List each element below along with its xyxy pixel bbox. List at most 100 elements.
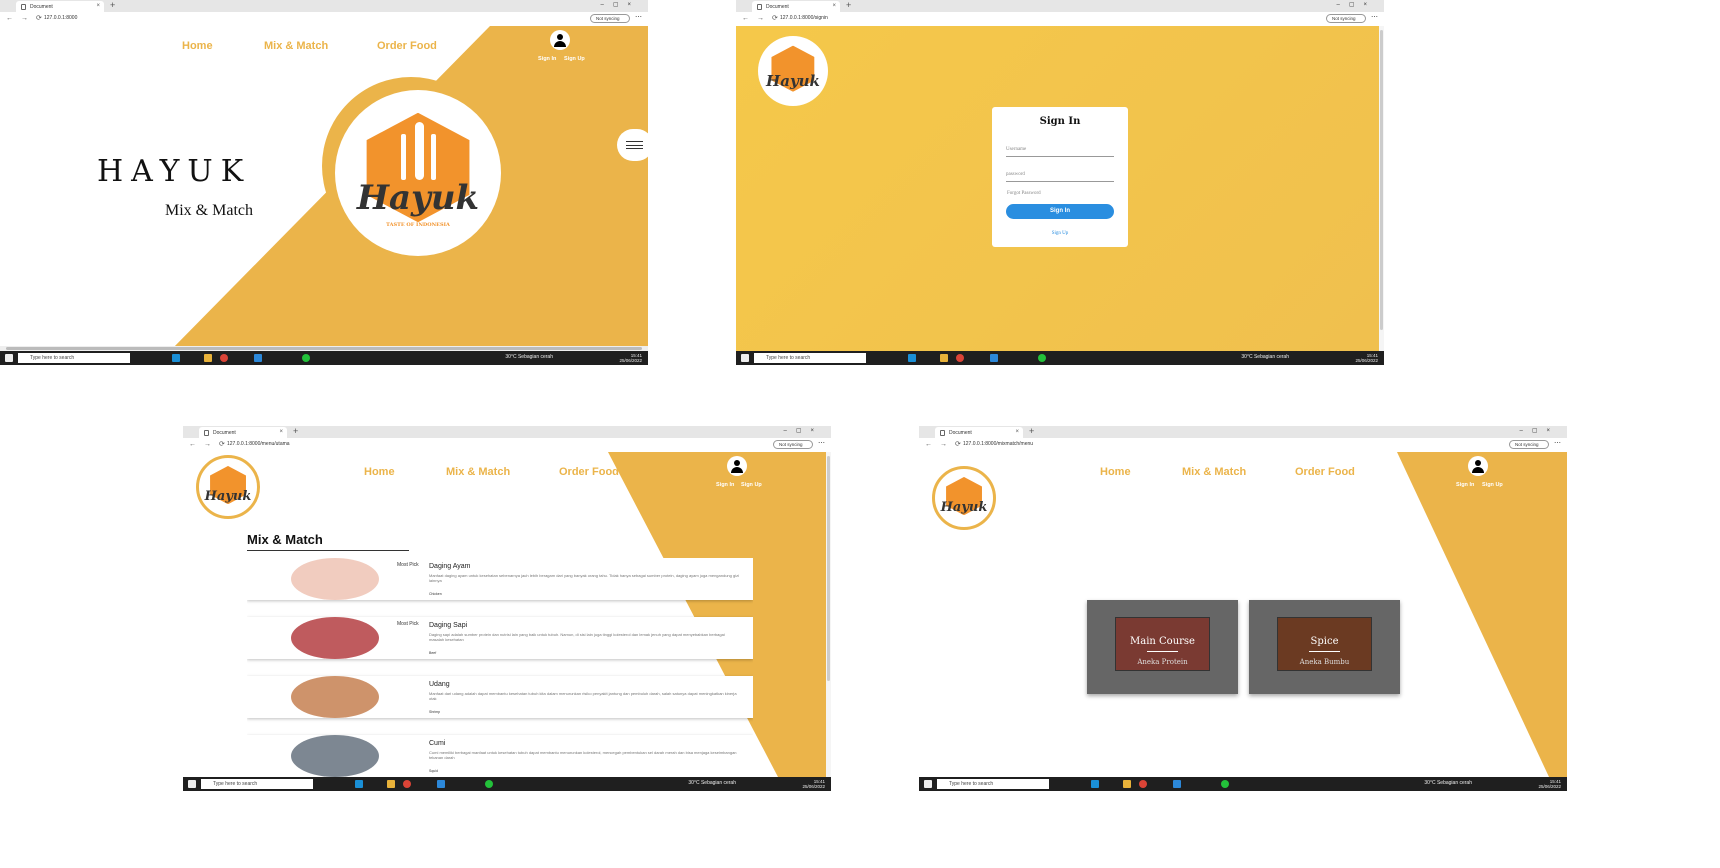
menu-item-description: Cumi memiliki berbagai manfaat untuk kes… xyxy=(429,750,737,760)
nav-mix-match[interactable]: Mix & Match xyxy=(1182,466,1246,478)
edge-icon[interactable] xyxy=(172,354,180,362)
nav-home[interactable]: Home xyxy=(182,40,213,52)
signin-button[interactable]: Sign In xyxy=(1006,204,1114,219)
folder-icon[interactable] xyxy=(387,780,395,788)
chrome-icon[interactable] xyxy=(403,780,411,788)
clock[interactable]: 15:41 25/06/2022 xyxy=(1355,353,1378,363)
address-bar[interactable]: 127.0.0.1:8000 xyxy=(44,15,77,21)
folder-icon[interactable] xyxy=(204,354,212,362)
close-tab-icon[interactable]: × xyxy=(96,3,100,9)
more-icon[interactable]: ⋯ xyxy=(818,439,825,447)
new-tab-icon[interactable]: + xyxy=(1029,426,1034,436)
line-icon[interactable] xyxy=(1038,354,1046,362)
signup-link[interactable]: Sign Up xyxy=(992,231,1128,236)
nav-home[interactable]: Home xyxy=(1100,466,1131,478)
clock[interactable]: 15:41 25/06/2022 xyxy=(1538,779,1561,789)
hayuk-logo: Hayuk xyxy=(196,455,260,519)
weather-status[interactable]: 30°C Sebagian cerah xyxy=(1424,780,1472,786)
vscode-icon[interactable] xyxy=(437,780,445,788)
vscode-icon[interactable] xyxy=(254,354,262,362)
taskbar-search[interactable]: Type here to search xyxy=(937,779,1049,789)
more-icon[interactable]: ⋯ xyxy=(635,13,642,21)
sync-badge[interactable]: Not syncing xyxy=(773,440,813,449)
nav-mix-match[interactable]: Mix & Match xyxy=(264,40,328,52)
browser-tab[interactable]: Document × xyxy=(752,1,840,12)
sync-badge[interactable]: Not syncing xyxy=(1509,440,1549,449)
taskbar-search[interactable]: Type here to search xyxy=(754,353,866,363)
hayuk-logo: Hayuk TASTE OF INDONESIA xyxy=(335,90,501,256)
edge-icon[interactable] xyxy=(1091,780,1099,788)
vscode-icon[interactable] xyxy=(990,354,998,362)
chrome-icon[interactable] xyxy=(956,354,964,362)
browser-tab[interactable]: Document × xyxy=(16,1,104,12)
sync-badge[interactable]: Not syncing xyxy=(1326,14,1366,23)
window-controls[interactable]: –▢× xyxy=(783,427,823,434)
sign-in-link[interactable]: Sign In xyxy=(538,56,556,62)
clock[interactable]: 15:41 25/06/2022 xyxy=(802,779,825,789)
menu-item-card[interactable]: Most Pick Daging Ayam Manfaat daging ayam … xyxy=(247,558,753,600)
windows-start-icon[interactable] xyxy=(924,780,932,788)
windows-start-icon[interactable] xyxy=(741,354,749,362)
windows-start-icon[interactable] xyxy=(5,354,13,362)
sign-up-link[interactable]: Sign Up xyxy=(564,56,585,62)
menu-item-card[interactable]: Cumi Cumi memiliki berbagai manfaat untuk… xyxy=(247,735,753,777)
browser-tab[interactable]: Document × xyxy=(935,427,1023,438)
address-bar[interactable]: 127.0.0.1:8000/menu/utama xyxy=(227,441,290,447)
line-icon[interactable] xyxy=(302,354,310,362)
sign-up-link[interactable]: Sign Up xyxy=(1482,482,1503,488)
window-controls[interactable]: –▢× xyxy=(600,1,640,8)
close-tab-icon[interactable]: × xyxy=(1015,429,1019,435)
nav-order-food[interactable]: Order Food xyxy=(559,466,619,478)
window-controls[interactable]: –▢× xyxy=(1336,1,1376,8)
user-avatar-icon[interactable] xyxy=(550,30,570,50)
new-tab-icon[interactable]: + xyxy=(293,426,298,436)
category-card[interactable]: Main Course Aneka Protein xyxy=(1087,600,1238,694)
address-bar[interactable]: 127.0.0.1:8000/signin xyxy=(780,15,828,21)
nav-home[interactable]: Home xyxy=(364,466,395,478)
close-tab-icon[interactable]: × xyxy=(832,3,836,9)
forgot-password-link[interactable]: Forgot Password xyxy=(1007,191,1041,196)
sync-badge[interactable]: Not syncing xyxy=(590,14,630,23)
taskbar-search[interactable]: Type here to search xyxy=(201,779,313,789)
chrome-icon[interactable] xyxy=(220,354,228,362)
category-card[interactable]: Spice Aneka Bumbu xyxy=(1249,600,1400,694)
user-avatar-icon[interactable] xyxy=(727,456,747,476)
menu-item-card[interactable]: Most Pick Daging Sapi Daging sapi adalah s… xyxy=(247,617,753,659)
close-tab-icon[interactable]: × xyxy=(279,429,283,435)
username-input[interactable]: Username xyxy=(1006,147,1114,157)
hamburger-menu-button[interactable] xyxy=(617,129,648,161)
nav-mix-match[interactable]: Mix & Match xyxy=(446,466,510,478)
windows-start-icon[interactable] xyxy=(188,780,196,788)
signin-heading: Sign In xyxy=(1039,116,1081,127)
clock[interactable]: 15:41 25/06/2022 xyxy=(619,353,642,363)
more-icon[interactable]: ⋯ xyxy=(1554,439,1561,447)
line-icon[interactable] xyxy=(1221,780,1229,788)
taskbar-search[interactable]: Type here to search xyxy=(18,353,130,363)
sign-in-link[interactable]: Sign In xyxy=(716,482,734,488)
sign-in-link[interactable]: Sign In xyxy=(1456,482,1474,488)
window-controls[interactable]: –▢× xyxy=(1519,427,1559,434)
folder-icon[interactable] xyxy=(1123,780,1131,788)
new-tab-icon[interactable]: + xyxy=(110,0,115,10)
chrome-icon[interactable] xyxy=(1139,780,1147,788)
user-avatar-icon[interactable] xyxy=(1468,456,1488,476)
address-bar[interactable]: 127.0.0.1:8000/mixmatch/menu xyxy=(963,441,1033,447)
nav-order-food[interactable]: Order Food xyxy=(377,40,437,52)
sign-up-link[interactable]: Sign Up xyxy=(741,482,762,488)
menu-item-card[interactable]: Udang Manfaat dari udang adalah dapat mem… xyxy=(247,676,753,718)
vertical-scrollbar[interactable] xyxy=(1379,26,1384,351)
nav-order-food[interactable]: Order Food xyxy=(1295,466,1355,478)
weather-status[interactable]: 30°C Sebagian cerah xyxy=(1241,354,1289,360)
edge-icon[interactable] xyxy=(908,354,916,362)
browser-tab[interactable]: Document × xyxy=(199,427,287,438)
vertical-scrollbar[interactable] xyxy=(826,452,831,777)
edge-icon[interactable] xyxy=(355,780,363,788)
more-icon[interactable]: ⋯ xyxy=(1371,13,1378,21)
folder-icon[interactable] xyxy=(940,354,948,362)
password-input[interactable]: password xyxy=(1006,172,1114,182)
line-icon[interactable] xyxy=(485,780,493,788)
new-tab-icon[interactable]: + xyxy=(846,0,851,10)
vscode-icon[interactable] xyxy=(1173,780,1181,788)
weather-status[interactable]: 30°C Sebagian cerah xyxy=(505,354,553,360)
weather-status[interactable]: 30°C Sebagian cerah xyxy=(688,780,736,786)
